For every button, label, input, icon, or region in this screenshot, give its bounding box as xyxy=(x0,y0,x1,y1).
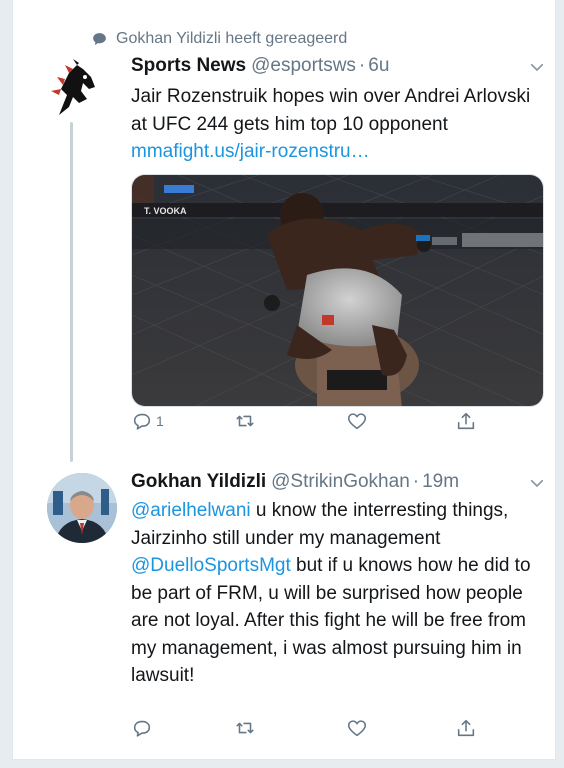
share-button[interactable] xyxy=(455,717,477,739)
mention-link[interactable]: @DuelloSportsMgt xyxy=(131,555,291,576)
tweet-text: Jair Rozenstruik hopes win over Andrei A… xyxy=(131,83,551,166)
heart-icon xyxy=(347,720,367,737)
retweet-button[interactable] xyxy=(234,717,256,739)
tweet-media-image[interactable]: T. VOOKA xyxy=(131,174,544,407)
divider xyxy=(13,759,557,760)
article-link[interactable]: mmafight.us/jair-rozenstru… xyxy=(131,141,370,162)
user-handle[interactable]: @esportsws xyxy=(251,55,356,77)
separator: · xyxy=(412,471,420,492)
tweet-header: Gokhan Yildizli @StrikinGokhan · 19m xyxy=(131,471,459,493)
chevron-down-icon[interactable] xyxy=(528,474,546,492)
share-icon xyxy=(457,412,475,430)
tweet-text: @arielhelwani u know the interresting th… xyxy=(131,497,551,690)
tweet-body: Jair Rozenstruik hopes win over Andrei A… xyxy=(131,86,531,135)
tweet-header: Sports News @esportsws · 6u xyxy=(131,55,389,77)
like-button[interactable] xyxy=(346,717,368,739)
share-icon xyxy=(457,719,475,737)
display-name[interactable]: Sports News xyxy=(131,55,246,77)
tweet-thread: Gokhan Yildizli heeft gereageerd Sports … xyxy=(12,0,557,760)
retweet-button[interactable] xyxy=(234,410,256,432)
profile-photo-avatar[interactable] xyxy=(47,473,117,543)
separator: · xyxy=(358,55,366,76)
timestamp[interactable]: 19m xyxy=(422,471,459,493)
thread-connector-line xyxy=(70,122,73,462)
mention-link[interactable]: @arielhelwani xyxy=(131,500,251,521)
retweet-icon xyxy=(236,415,254,427)
reply-count: 1 xyxy=(156,413,164,429)
display-name[interactable]: Gokhan Yildizli xyxy=(131,471,266,493)
banner-text: T. VOOKA xyxy=(144,206,187,216)
user-handle[interactable]: @StrikinGokhan xyxy=(271,471,410,493)
reply-button[interactable]: 1 xyxy=(131,410,164,432)
share-button[interactable] xyxy=(455,410,477,432)
speech-bubble-icon xyxy=(93,32,106,45)
retweet-icon xyxy=(236,722,254,734)
social-context[interactable]: Gokhan Yildizli heeft gereageerd xyxy=(91,28,347,50)
heart-icon xyxy=(347,413,367,430)
like-button[interactable] xyxy=(346,410,368,432)
reply-icon xyxy=(133,413,151,430)
chevron-down-icon[interactable] xyxy=(528,58,546,76)
reply-button[interactable] xyxy=(131,717,153,739)
reply-icon xyxy=(133,720,151,737)
timestamp[interactable]: 6u xyxy=(368,55,389,77)
horse-logo-avatar[interactable] xyxy=(39,55,105,121)
social-context-text: Gokhan Yildizli heeft gereageerd xyxy=(116,30,348,47)
